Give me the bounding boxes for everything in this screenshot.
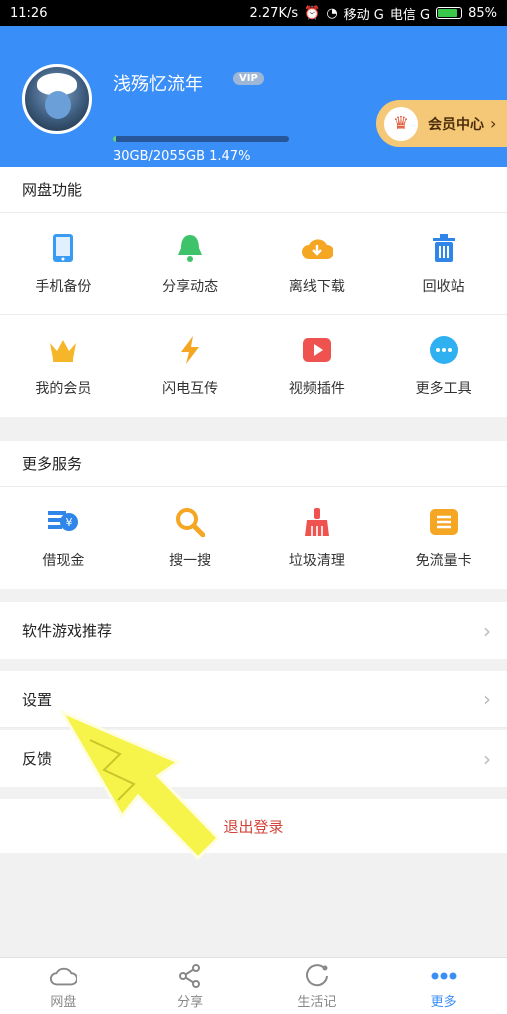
disk-feature-item-label: 闪电互传 — [162, 381, 219, 397]
alarm-icon: ⏰ — [304, 5, 321, 21]
bottom-tab-bar: 网盘 分享 生活记 更多 — [0, 957, 507, 1014]
service-item-label: 借现金 — [42, 553, 85, 569]
vip-center-label: 会员中心 — [428, 116, 484, 133]
service-item-label: 垃圾清理 — [288, 553, 345, 569]
storage-text: 30GB/2055GB 1.47% — [113, 149, 251, 164]
username: 浅殇忆流年 — [113, 74, 203, 95]
tab-label: 生活记 — [297, 994, 337, 1010]
disk-feature-item-0[interactable]: 手机备份 — [0, 213, 127, 315]
video-play-icon — [301, 334, 333, 366]
tab-label: 分享 — [177, 994, 204, 1010]
service-item-0[interactable]: ¥ 借现金 — [0, 487, 127, 589]
logout-button[interactable]: 退出登录 — [0, 799, 507, 853]
more-services-title: 更多服务 — [0, 441, 507, 487]
cash-icon: ¥ — [47, 506, 79, 538]
feedback-label: 反馈 — [22, 750, 53, 768]
chevron-right-icon: › — [483, 746, 491, 771]
disk-feature-item-label: 手机备份 — [35, 278, 92, 295]
disk-feature-item-label: 更多工具 — [415, 381, 472, 397]
service-item-3[interactable]: 免流量卡 — [380, 487, 507, 589]
disk-feature-item-label: 分享动态 — [162, 278, 219, 295]
tab-more[interactable]: 更多 — [380, 958, 507, 1014]
disk-feature-item-5[interactable]: 闪电互传 — [127, 315, 254, 417]
disk-feature-item-1[interactable]: 分享动态 — [126, 213, 254, 315]
svg-text:¥: ¥ — [66, 516, 73, 529]
more-dots-icon — [428, 334, 460, 366]
recommend-item[interactable]: 软件游戏推荐 › — [0, 602, 507, 659]
status-bar: 11:26 2.27K/s ⏰ ◔ 移动 G 电信 G 85% — [0, 0, 507, 26]
feedback-item[interactable]: 反馈 › — [0, 730, 507, 787]
broom-icon — [301, 506, 333, 538]
disk-feature-item-label: 离线下载 — [288, 278, 345, 295]
disk-features-title: 网盘功能 — [0, 167, 507, 213]
disk-feature-item-label: 视频插件 — [288, 381, 345, 397]
share-icon — [176, 963, 204, 989]
disk-feature-item-2[interactable]: 离线下载 — [253, 213, 381, 315]
search-icon — [174, 506, 206, 538]
disk-feature-item-7[interactable]: 更多工具 — [380, 315, 507, 417]
service-item-label: 搜一搜 — [169, 553, 212, 569]
wifi-icon: ◔ — [326, 5, 338, 21]
tab-label: 网盘 — [50, 994, 77, 1010]
card-icon — [428, 506, 460, 538]
battery-icon — [436, 7, 463, 19]
chevron-right-icon: › — [483, 618, 491, 643]
more-icon — [430, 963, 458, 989]
settings-item[interactable]: 设置 › — [0, 671, 507, 728]
tab-cloud[interactable]: 网盘 — [0, 958, 127, 1014]
life-icon — [303, 963, 331, 989]
service-item-2[interactable]: 垃圾清理 — [254, 487, 381, 589]
more-services-section: 更多服务 ¥ 借现金 搜一搜 垃圾清理 免流量卡 — [0, 441, 507, 589]
network-speed: 2.27K/s — [249, 5, 299, 21]
disk-feature-item-4[interactable]: 我的会员 — [0, 315, 127, 417]
avatar[interactable] — [22, 64, 92, 134]
status-time: 11:26 — [10, 5, 48, 21]
disk-feature-item-6[interactable]: 视频插件 — [254, 315, 381, 417]
logout-label: 退出登录 — [223, 817, 284, 836]
tab-life[interactable]: 生活记 — [254, 958, 381, 1014]
vip-badge: VIP — [233, 72, 264, 85]
recommend-label: 软件游戏推荐 — [22, 622, 113, 640]
bell-icon — [174, 232, 206, 264]
tab-share[interactable]: 分享 — [127, 958, 254, 1014]
tab-label: 更多 — [430, 994, 457, 1010]
disk-feature-item-3[interactable]: 回收站 — [380, 213, 507, 315]
disk-feature-item-label: 回收站 — [422, 278, 465, 295]
lightning-icon — [174, 334, 206, 366]
service-item-label: 免流量卡 — [415, 553, 472, 569]
cloud-icon — [49, 963, 78, 989]
trash-icon — [428, 232, 460, 264]
chevron-right-icon: › — [490, 114, 497, 133]
phone-icon — [47, 232, 79, 264]
battery-percent: 85% — [468, 5, 497, 21]
vip-center-button[interactable]: ♛ 会员中心 › — [376, 100, 507, 147]
service-item-1[interactable]: 搜一搜 — [127, 487, 254, 589]
storage-progress — [113, 136, 289, 142]
cloud-download-icon — [301, 232, 333, 264]
profile-header: 浅殇忆流年 VIP 30GB/2055GB 1.47% ♛ 会员中心 › — [0, 26, 507, 167]
disk-features-section: 网盘功能 手机备份 分享动态 离线下载 回收站我的会员 闪电互传 视频插件 更多工具 — [0, 167, 507, 417]
settings-label: 设置 — [22, 690, 53, 709]
carrier-1: 移动 G — [343, 7, 384, 23]
chevron-right-icon: › — [483, 687, 491, 711]
carrier-2: 电信 G — [389, 7, 431, 23]
crown-icon: ♛ — [384, 106, 418, 141]
crown-icon — [47, 334, 79, 366]
disk-feature-item-label: 我的会员 — [35, 381, 92, 397]
